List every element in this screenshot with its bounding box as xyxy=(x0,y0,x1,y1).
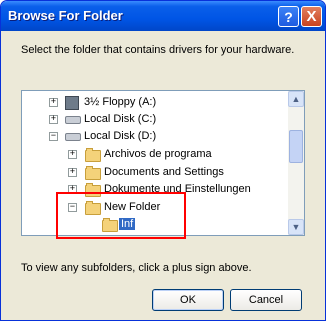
collapse-icon[interactable]: − xyxy=(49,132,58,141)
vertical-scrollbar[interactable]: ▲ ▼ xyxy=(288,91,304,235)
folder-icon xyxy=(85,148,101,162)
scroll-thumb[interactable] xyxy=(289,130,303,163)
tree-item-documents-and-settings[interactable]: + Documents and Settings xyxy=(22,164,288,182)
scroll-up-button[interactable]: ▲ xyxy=(288,91,304,107)
expand-icon[interactable]: + xyxy=(68,150,77,159)
hard-drive-icon xyxy=(65,116,81,124)
tree-item-label: Local Disk (D:) xyxy=(84,130,157,142)
tree-item-local-disk-c[interactable]: + Local Disk (C:) xyxy=(22,111,288,129)
close-icon: X xyxy=(306,8,317,25)
tree-item-label: Documents and Settings xyxy=(104,166,224,178)
hard-drive-icon xyxy=(65,133,81,141)
hint-text: To view any subfolders, click a plus sig… xyxy=(21,262,252,274)
expand-icon[interactable]: + xyxy=(68,168,77,177)
chevron-down-icon: ▼ xyxy=(291,222,301,232)
tree-item-label: 3½ Floppy (A:) xyxy=(84,96,157,108)
close-button[interactable]: X xyxy=(301,6,322,27)
window-title: Browse For Folder xyxy=(8,8,123,23)
tree-item-label: Archivos de programa xyxy=(104,148,212,160)
folder-icon xyxy=(85,166,101,180)
help-icon: ? xyxy=(284,8,293,25)
browse-for-folder-dialog: Browse For Folder ? X Select the folder … xyxy=(0,0,326,321)
title-bar[interactable]: Browse For Folder ? X xyxy=(1,1,325,31)
tree-item-label: Local Disk (C:) xyxy=(84,113,157,125)
tree-item-archivos-de-programa[interactable]: + Archivos de programa xyxy=(22,146,288,164)
expand-icon[interactable]: + xyxy=(49,115,58,124)
scroll-down-button[interactable]: ▼ xyxy=(288,219,304,235)
cancel-button[interactable]: Cancel xyxy=(230,289,302,311)
tree-item-local-disk-d[interactable]: − Local Disk (D:) xyxy=(22,128,288,146)
ok-button[interactable]: OK xyxy=(152,289,224,311)
expand-icon[interactable]: + xyxy=(49,98,58,107)
highlight-box xyxy=(56,192,186,239)
tree-item-floppy[interactable]: + 3½ Floppy (A:) xyxy=(22,94,288,112)
floppy-drive-icon xyxy=(65,96,79,110)
chevron-up-icon: ▲ xyxy=(291,94,301,104)
instruction-text: Select the folder that contains drivers … xyxy=(21,44,295,56)
help-button[interactable]: ? xyxy=(278,6,299,27)
